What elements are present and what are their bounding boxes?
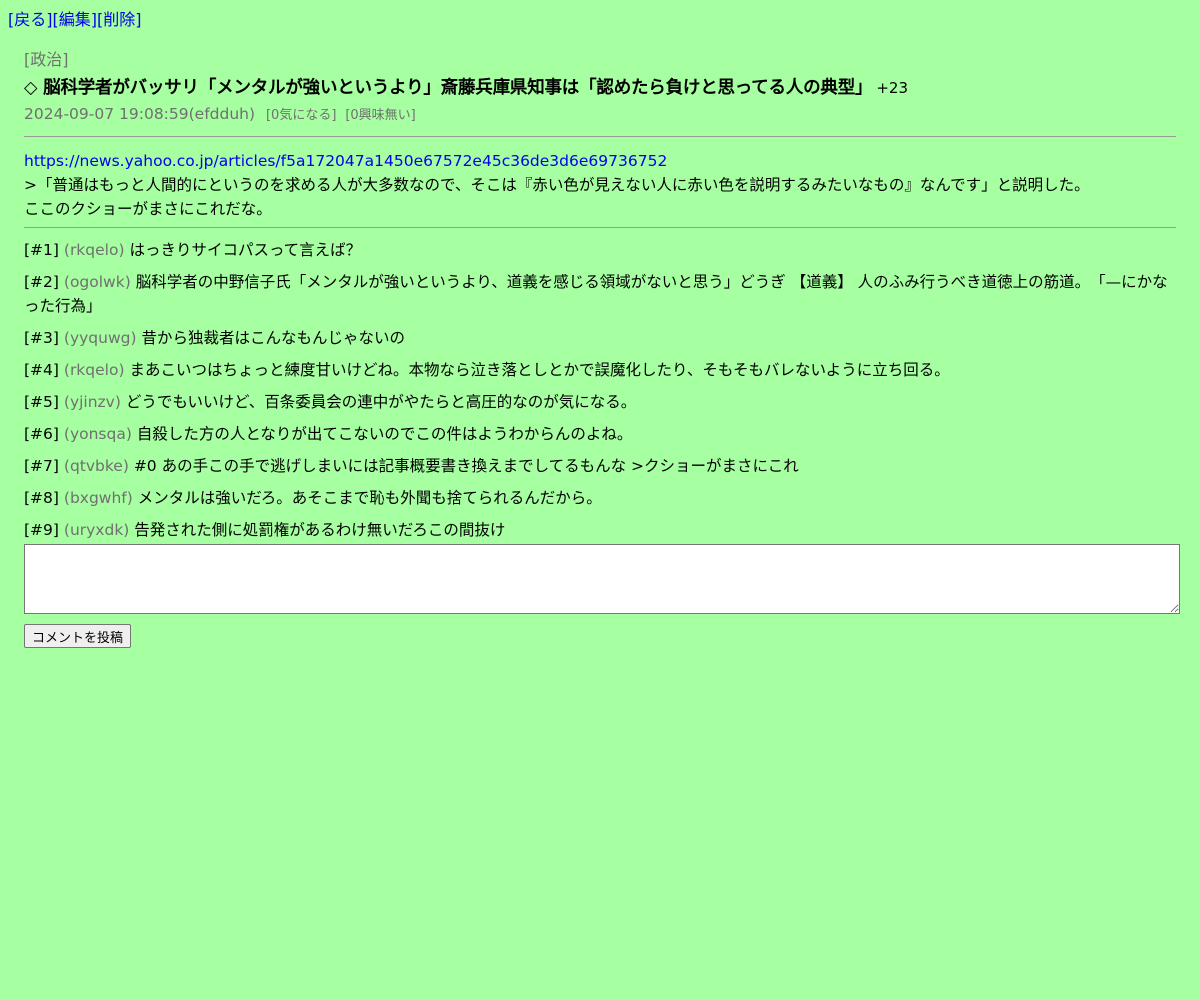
comment-user: (bxgwhf) bbox=[63, 489, 133, 507]
comment-number[interactable]: [#3] bbox=[24, 329, 59, 347]
comment-number[interactable]: [#6] bbox=[24, 425, 59, 443]
comment-item: [#6] (yonsqa) 自殺した方の人となりが出てこないのでこの件はようわか… bbox=[24, 422, 1176, 446]
comment-text: #0 あの手この手で逃げしまいには記事概要書き換えまでしてるもんな >クショーが… bbox=[133, 457, 799, 475]
post-datetime: 2024-09-07 19:08:59 bbox=[24, 105, 189, 123]
comment-number[interactable]: [#5] bbox=[24, 393, 59, 411]
post-title: ◇ 脳科学者がバッサリ「メンタルが強いというより」斎藤兵庫県知事は「認めたら負け… bbox=[24, 78, 873, 98]
comment-item: [#3] (yyquwg) 昔から独裁者はこんなもんじゃないの bbox=[24, 326, 1176, 350]
comment-number[interactable]: [#4] bbox=[24, 361, 59, 379]
post-body: https://news.yahoo.co.jp/articles/f5a172… bbox=[24, 149, 1176, 221]
comment-text: どうでもいいけど、百条委員会の連中がやたらと高圧的なのが気になる。 bbox=[125, 393, 637, 411]
comment-item: [#8] (bxgwhf) メンタルは強いだろ。あそこまで恥も外聞も捨てられるん… bbox=[24, 486, 1176, 510]
comment-user: (qtvbke) bbox=[63, 457, 129, 475]
delete-link[interactable]: [削除] bbox=[97, 10, 142, 29]
post-title-row: ◇ 脳科学者がバッサリ「メンタルが強いというより」斎藤兵庫県知事は「認めたら負け… bbox=[24, 76, 1176, 100]
comment-textarea[interactable] bbox=[24, 544, 1180, 614]
comment-item: [#5] (yjinzv) どうでもいいけど、百条委員会の連中がやたらと高圧的な… bbox=[24, 390, 1176, 414]
comment-text: 告発された側に処罰権があるわけ無いだろこの間抜け bbox=[134, 521, 506, 539]
comment-user: (ogolwk) bbox=[63, 273, 131, 291]
divider bbox=[24, 136, 1176, 137]
nointerest-button[interactable]: [0興味無い] bbox=[345, 108, 415, 123]
comment-number[interactable]: [#9] bbox=[24, 521, 59, 539]
comment-item: [#9] (uryxdk) 告発された側に処罰権があるわけ無いだろこの間抜け bbox=[24, 518, 1176, 542]
comment-number[interactable]: [#1] bbox=[24, 241, 59, 259]
comment-text: 自殺した方の人となりが出てこないのでこの件はようわからんのよね。 bbox=[136, 425, 633, 443]
post-author: (efdduh) bbox=[188, 105, 256, 123]
comment-text: 脳科学者の中野信子氏「メンタルが強いというより、道義を感じる領域がないと思う」ど… bbox=[24, 273, 1168, 315]
comment-item: [#4] (rkqelo) まあこいつはちょっと練度甘いけどね。本物なら泣き落と… bbox=[24, 358, 1176, 382]
post-meta: 2024-09-07 19:08:59(efdduh) [0気になる] [0興味… bbox=[24, 104, 1176, 126]
edit-link[interactable]: [編集] bbox=[53, 10, 98, 29]
comment-user: (yonsqa) bbox=[63, 425, 132, 443]
comment-user: (rkqelo) bbox=[63, 361, 125, 379]
comment-number[interactable]: [#2] bbox=[24, 273, 59, 291]
back-link[interactable]: [戻る] bbox=[8, 10, 53, 29]
comment-item: [#1] (rkqelo) はっきりサイコパスって言えば？ bbox=[24, 238, 1176, 262]
submit-comment-button[interactable]: コメントを投稿 bbox=[24, 624, 132, 648]
comment-user: (rkqelo) bbox=[63, 241, 125, 259]
post-score: +23 bbox=[876, 79, 908, 97]
comment-user: (yjinzv) bbox=[63, 393, 121, 411]
comment-text: まあこいつはちょっと練度甘いけどね。本物なら泣き落としとかで誤魔化したり、そもそ… bbox=[129, 361, 950, 379]
comment-user: (uryxdk) bbox=[63, 521, 130, 539]
comment-text: メンタルは強いだろ。あそこまで恥も外聞も捨てられるんだから。 bbox=[137, 489, 602, 507]
divider bbox=[24, 227, 1176, 228]
comment-number[interactable]: [#7] bbox=[24, 457, 59, 475]
comment-item: [#2] (ogolwk) 脳科学者の中野信子氏「メンタルが強いというより、道義… bbox=[24, 270, 1176, 318]
comment-text: はっきりサイコパスって言えば？ bbox=[129, 241, 362, 259]
comment-list: [#1] (rkqelo) はっきりサイコパスって言えば？ [#2] (ogol… bbox=[24, 238, 1176, 542]
comment-number[interactable]: [#8] bbox=[24, 489, 59, 507]
post-body-line: >「普通はもっと人間的にというのを求める人が大多数なので、そこは『赤い色が見えな… bbox=[24, 176, 1090, 194]
comment-item: [#7] (qtvbke) #0 あの手この手で逃げしまいには記事概要書き換えま… bbox=[24, 454, 1176, 478]
post-body-line: ここのクショーがまさにこれだな。 bbox=[24, 200, 272, 218]
comment-text: 昔から独裁者はこんなもんじゃないの bbox=[141, 329, 405, 347]
post-container: [政治] ◇ 脳科学者がバッサリ「メンタルが強いというより」斎藤兵庫県知事は「認… bbox=[24, 50, 1176, 550]
comment-user: (yyquwg) bbox=[63, 329, 137, 347]
top-navigation: [戻る][編集][削除] bbox=[8, 10, 142, 30]
article-link[interactable]: https://news.yahoo.co.jp/articles/f5a172… bbox=[24, 152, 667, 170]
post-category: [政治] bbox=[24, 50, 69, 69]
concern-button[interactable]: [0気になる] bbox=[266, 108, 336, 123]
